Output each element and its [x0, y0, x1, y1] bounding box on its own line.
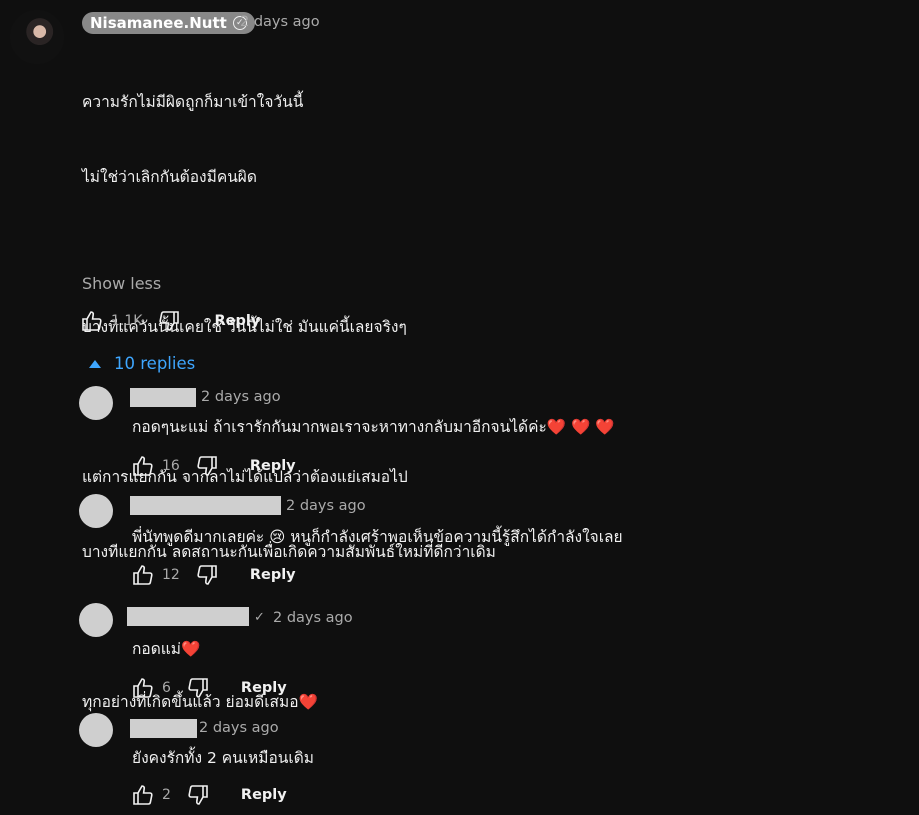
- reply-text: กอดแม่❤️: [132, 640, 201, 658]
- reply-actions: 16 Reply: [130, 453, 296, 479]
- replies-count-label: 10 replies: [114, 354, 196, 373]
- reply-time[interactable]: 2 days ago: [273, 610, 353, 626]
- like-icon[interactable]: [130, 675, 156, 701]
- like-count: 16: [162, 458, 180, 474]
- like-count: 6: [162, 680, 171, 696]
- reply-avatar[interactable]: [79, 386, 113, 420]
- reply-button[interactable]: Reply: [241, 680, 287, 696]
- dislike-icon[interactable]: [185, 675, 211, 701]
- reply-time[interactable]: 2 days ago: [201, 389, 281, 405]
- dislike-icon[interactable]: [194, 453, 220, 479]
- reply-author-redacted[interactable]: [130, 496, 281, 515]
- like-icon[interactable]: [79, 308, 105, 334]
- like-count: 12: [162, 567, 180, 583]
- reply-actions: 6 Reply: [130, 675, 287, 701]
- reply-author-redacted[interactable]: [130, 388, 196, 407]
- comment-time[interactable]: 2 days ago: [240, 14, 320, 30]
- dislike-icon[interactable]: [194, 562, 220, 588]
- reply-actions: 2 Reply: [130, 782, 287, 808]
- comment-line: ไม่ใช่ว่าเลิกกันต้องมีคนผิด: [82, 168, 257, 186]
- comment-actions: 1.1K Reply: [79, 308, 260, 334]
- reply-avatar[interactable]: [79, 494, 113, 528]
- reply-avatar[interactable]: [79, 603, 113, 637]
- reply-text: พี่นัทพูดดีมากเลยค่ะ 😢 หนูก็กำลังเศร้าพอ…: [132, 528, 623, 546]
- author-name: Nisamanee.Nutt: [90, 14, 227, 32]
- reply-text: ยังคงรักทั้ง 2 คนเหมือนเดิม: [132, 749, 314, 767]
- heart-emoji: ❤️ ❤️ ❤️: [546, 418, 615, 436]
- reply-button[interactable]: Reply: [214, 313, 260, 329]
- heart-emoji: ❤️: [298, 693, 318, 711]
- like-icon[interactable]: [130, 562, 156, 588]
- heart-emoji: ❤️: [180, 640, 201, 658]
- reply-time[interactable]: 2 days ago: [286, 498, 366, 514]
- like-icon[interactable]: [130, 453, 156, 479]
- reply-author-redacted[interactable]: [127, 607, 249, 626]
- reply-time[interactable]: 2 days ago: [199, 720, 279, 736]
- caret-up-icon: [89, 359, 101, 368]
- like-count: 2: [162, 787, 171, 803]
- reply-text: กอดๆนะแม่ ถ้าเรารักกันมากพอเราจะหาทางกลั…: [132, 418, 615, 436]
- verified-check-icon: ✓: [254, 610, 265, 625]
- reply-actions: 12 Reply: [130, 562, 296, 588]
- like-icon[interactable]: [130, 782, 156, 808]
- comment-line: [82, 240, 496, 265]
- reply-button[interactable]: Reply: [250, 567, 296, 583]
- author-avatar[interactable]: [10, 10, 64, 64]
- reply-button[interactable]: Reply: [250, 458, 296, 474]
- dislike-icon[interactable]: [185, 782, 211, 808]
- comment-line: ความรักไม่มีผิดถูกก็มาเข้าใจวันนี้: [82, 93, 304, 111]
- like-count: 1.1K: [111, 313, 143, 329]
- replies-toggle-button[interactable]: 10 replies: [88, 354, 195, 373]
- reply-button[interactable]: Reply: [241, 787, 287, 803]
- reply-author-redacted[interactable]: [130, 719, 197, 738]
- reply-avatar[interactable]: [79, 713, 113, 747]
- show-less-button[interactable]: Show less: [82, 274, 161, 293]
- dislike-icon[interactable]: [156, 308, 182, 334]
- author-name-chip[interactable]: Nisamanee.Nutt ✓: [82, 12, 255, 34]
